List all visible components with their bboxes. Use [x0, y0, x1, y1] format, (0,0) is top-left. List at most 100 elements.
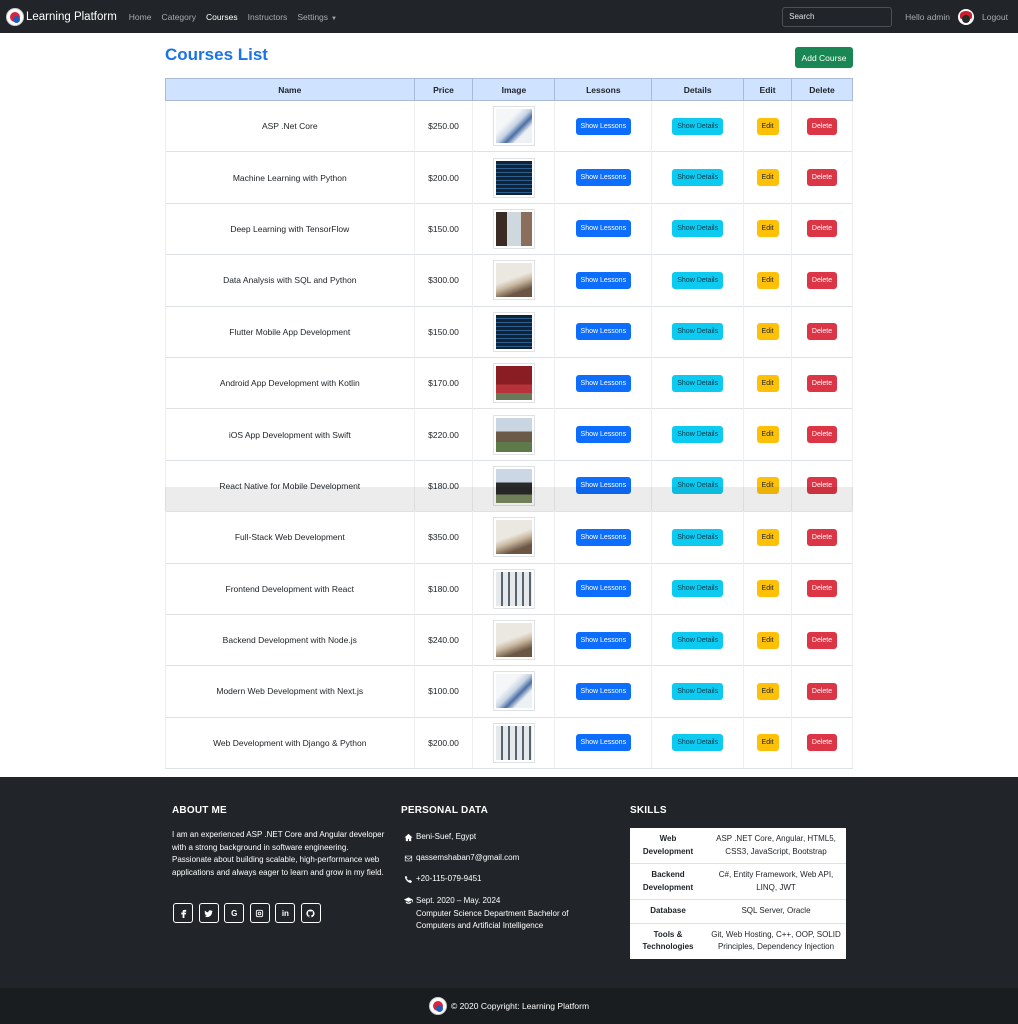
- education-dates: Sept. 2020 – May. 2024: [416, 896, 501, 905]
- show-details-button[interactable]: Show Details: [672, 682, 724, 700]
- lessons-cell: Show Lessons: [554, 254, 653, 307]
- delete-button[interactable]: Delete: [806, 477, 838, 495]
- edit-button[interactable]: Edit: [756, 220, 779, 238]
- show-lessons-button[interactable]: Show Lessons: [575, 323, 632, 341]
- delete-button[interactable]: Delete: [806, 682, 838, 700]
- show-details-button[interactable]: Show Details: [672, 580, 724, 598]
- nav-link-home[interactable]: Home: [129, 12, 152, 22]
- lessons-cell: Show Lessons: [554, 99, 653, 152]
- course-image-cell: [472, 613, 556, 666]
- edit-cell: Edit: [743, 716, 793, 770]
- show-lessons-button[interactable]: Show Lessons: [575, 580, 632, 598]
- col-header-image: Image: [472, 78, 556, 101]
- edit-button[interactable]: Edit: [756, 580, 779, 598]
- address-line: Beni-Suef, Egypt: [401, 832, 476, 842]
- instagram-icon[interactable]: [249, 903, 270, 923]
- show-lessons-button[interactable]: Show Lessons: [575, 734, 632, 752]
- nav-link-instructors[interactable]: Instructors: [248, 12, 288, 22]
- edit-button[interactable]: Edit: [756, 169, 779, 187]
- show-details-button[interactable]: Show Details: [672, 271, 724, 289]
- show-details-button[interactable]: Show Details: [672, 734, 724, 752]
- edit-button[interactable]: Edit: [756, 528, 779, 546]
- delete-button[interactable]: Delete: [806, 426, 838, 444]
- delete-button[interactable]: Delete: [806, 631, 838, 649]
- table-row: React Native for Mobile Development $180.…: [165, 459, 853, 512]
- course-thumbnail: [492, 517, 535, 558]
- delete-button[interactable]: Delete: [806, 580, 838, 598]
- email-text[interactable]: qassemshaban7@gmail.com: [416, 853, 519, 863]
- add-course-button[interactable]: Add Course: [795, 47, 853, 68]
- course-thumbnail: [492, 260, 535, 301]
- nav-link-courses[interactable]: Courses: [206, 12, 238, 22]
- linkedin-icon[interactable]: in: [275, 903, 296, 923]
- delete-button[interactable]: Delete: [806, 117, 838, 135]
- delete-button[interactable]: Delete: [806, 220, 838, 238]
- delete-button[interactable]: Delete: [806, 374, 838, 392]
- facebook-icon[interactable]: [173, 903, 193, 923]
- delete-button[interactable]: Delete: [806, 528, 838, 546]
- edit-button[interactable]: Edit: [756, 323, 779, 341]
- show-details-button[interactable]: Show Details: [672, 169, 724, 187]
- details-cell: Show Details: [651, 511, 745, 564]
- delete-button[interactable]: Delete: [806, 271, 838, 289]
- skill-category: Backend Development: [630, 863, 706, 900]
- github-icon[interactable]: [300, 903, 321, 923]
- nav-link-category[interactable]: Category: [161, 12, 196, 22]
- course-price: $350.00: [413, 511, 474, 564]
- show-details-button[interactable]: Show Details: [672, 323, 724, 341]
- show-lessons-button[interactable]: Show Lessons: [575, 374, 632, 392]
- show-lessons-button[interactable]: Show Lessons: [575, 528, 632, 546]
- show-lessons-button[interactable]: Show Lessons: [575, 169, 632, 187]
- edit-cell: Edit: [743, 99, 793, 152]
- course-name: ASP .Net Core: [165, 99, 415, 152]
- show-details-button[interactable]: Show Details: [672, 528, 724, 546]
- delete-button[interactable]: Delete: [806, 323, 838, 341]
- delete-cell: Delete: [791, 562, 853, 615]
- show-details-button[interactable]: Show Details: [672, 631, 724, 649]
- show-details-button[interactable]: Show Details: [672, 426, 724, 444]
- brand[interactable]: Learning Platform: [6, 7, 117, 26]
- show-lessons-button[interactable]: Show Lessons: [575, 477, 632, 495]
- show-lessons-button[interactable]: Show Lessons: [575, 220, 632, 238]
- edit-cell: Edit: [743, 408, 793, 461]
- course-image: [495, 520, 532, 555]
- show-lessons-button[interactable]: Show Lessons: [575, 682, 632, 700]
- edit-button[interactable]: Edit: [756, 477, 779, 495]
- logout-link[interactable]: Logout: [982, 12, 1008, 22]
- nav-link-settings[interactable]: Settings ▼: [297, 12, 337, 22]
- table-row: ASP .Net Core $250.00 Show Lessons Show Det…: [165, 99, 853, 152]
- personal-data-title: PERSONAL DATA: [401, 805, 489, 816]
- skill-category: Web Development: [630, 828, 706, 864]
- edit-button[interactable]: Edit: [756, 117, 779, 135]
- edit-button[interactable]: Edit: [756, 734, 779, 752]
- show-lessons-button[interactable]: Show Lessons: [575, 117, 632, 135]
- phone-text: +20-115-079-9451: [416, 874, 482, 883]
- show-details-button[interactable]: Show Details: [672, 477, 724, 495]
- show-details-button[interactable]: Show Details: [672, 374, 724, 392]
- search-input[interactable]: [782, 6, 893, 27]
- google-icon[interactable]: G: [224, 903, 245, 923]
- delete-button[interactable]: Delete: [806, 734, 838, 752]
- show-details-button[interactable]: Show Details: [672, 220, 724, 238]
- table-row: iOS App Development with Swift $220.00 Sho…: [165, 408, 853, 461]
- twitter-icon[interactable]: [198, 903, 219, 923]
- show-lessons-button[interactable]: Show Lessons: [575, 631, 632, 649]
- avatar[interactable]: [958, 8, 974, 25]
- skill-list: Git, Web Hosting, C++, OOP, SOLID Princi…: [711, 929, 841, 952]
- course-image-cell: [472, 356, 556, 409]
- delete-button[interactable]: Delete: [806, 169, 838, 187]
- edit-button[interactable]: Edit: [756, 374, 779, 392]
- col-header-lessons: Lessons: [554, 78, 653, 101]
- courses-table: Name Price Image Lessons Details Edit De…: [165, 78, 853, 770]
- show-lessons-button[interactable]: Show Lessons: [575, 426, 632, 444]
- show-details-button[interactable]: Show Details: [672, 117, 724, 135]
- edit-button[interactable]: Edit: [756, 682, 779, 700]
- details-cell: Show Details: [651, 562, 745, 615]
- lessons-cell: Show Lessons: [554, 305, 653, 358]
- col-header-delete: Delete: [791, 78, 853, 101]
- edit-button[interactable]: Edit: [756, 271, 779, 289]
- edit-button[interactable]: Edit: [756, 426, 779, 444]
- edit-button[interactable]: Edit: [756, 631, 779, 649]
- home-icon: [401, 832, 415, 842]
- show-lessons-button[interactable]: Show Lessons: [575, 271, 632, 289]
